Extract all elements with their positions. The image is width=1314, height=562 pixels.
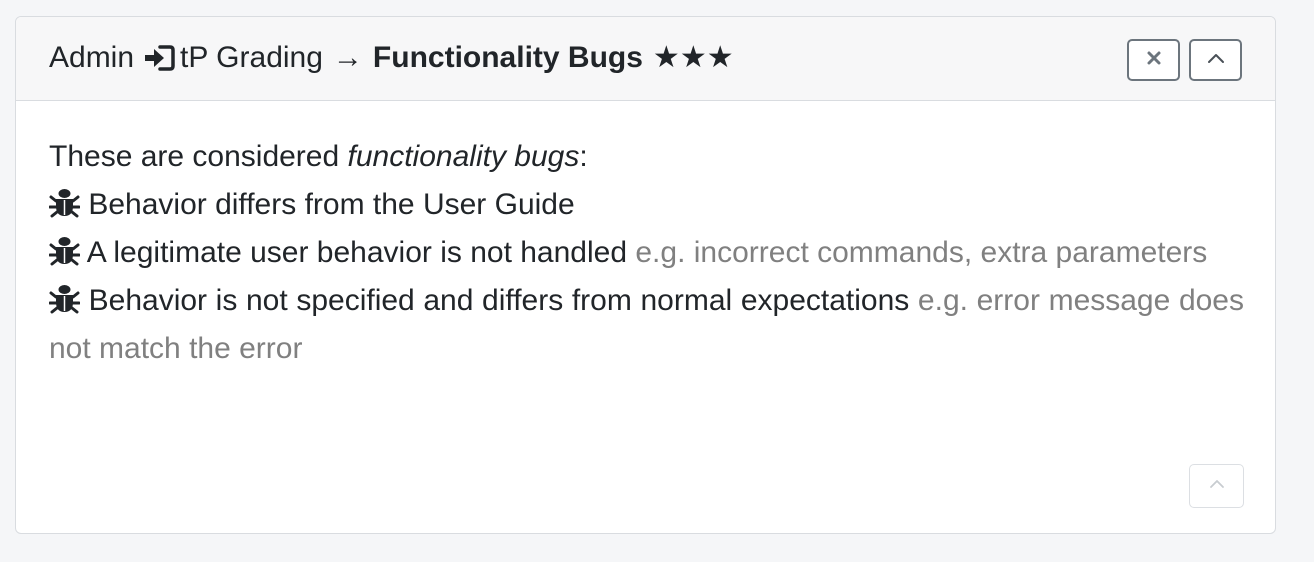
item-text: A legitimate user behavior is not handle… — [86, 236, 628, 269]
intro-prefix: These are considered — [49, 140, 348, 173]
chevron-up-icon — [1206, 51, 1226, 70]
card-header: Admin tP Grading → Functionality Bugs ★★… — [16, 17, 1275, 101]
page-title: Functionality Bugs — [372, 41, 643, 74]
list-item: Behavior differs from the User Guide — [48, 181, 1244, 229]
close-icon — [1146, 50, 1162, 71]
intro-suffix: : — [579, 140, 588, 173]
intro-emphasis: functionality bugs — [347, 140, 580, 173]
functionality-bugs-card: Admin tP Grading → Functionality Bugs ★★… — [15, 16, 1276, 534]
bug-icon — [48, 185, 81, 218]
item-text: Behavior is not specified and differs fr… — [88, 284, 910, 317]
intro-line: These are considered functionality bugs: — [49, 133, 1244, 181]
card-body: These are considered functionality bugs:… — [48, 133, 1244, 373]
chevron-up-icon — [1208, 477, 1226, 495]
sign-in-icon — [143, 44, 176, 72]
close-button[interactable] — [1127, 39, 1180, 81]
footer-collapse-button[interactable] — [1189, 464, 1244, 508]
difficulty-stars: ★★★ — [652, 41, 734, 74]
list-item: A legitimate user behavior is not handle… — [48, 229, 1244, 277]
header-title: Admin tP Grading → Functionality Bugs ★★… — [49, 39, 734, 77]
breadcrumb-tp-grading: tP Grading — [180, 41, 323, 74]
item-example: e.g. incorrect commands, extra parameter… — [635, 236, 1208, 269]
item-text: Behavior differs from the User Guide — [88, 188, 575, 221]
bug-icon — [48, 233, 81, 266]
bug-icon — [48, 281, 81, 314]
collapse-button[interactable] — [1189, 39, 1242, 81]
breadcrumb-admin: Admin — [49, 41, 135, 74]
breadcrumb-arrow: → — [332, 41, 363, 74]
list-item: Behavior is not specified and differs fr… — [48, 277, 1244, 373]
